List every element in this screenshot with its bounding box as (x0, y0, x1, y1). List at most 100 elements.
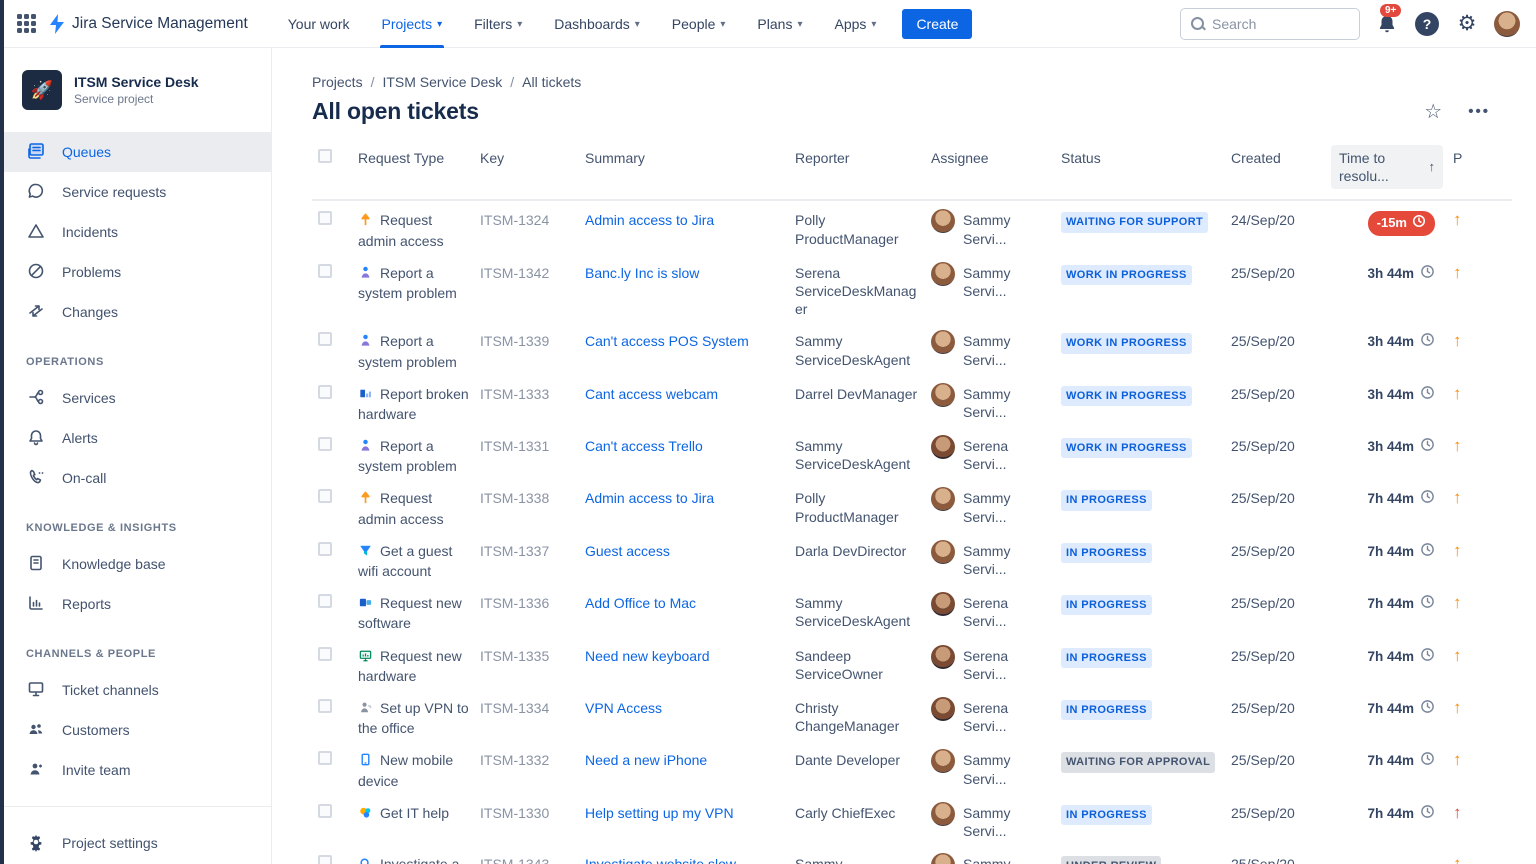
nav-item-dashboards[interactable]: Dashboards ▾ (542, 0, 652, 48)
ticket-summary-link[interactable]: Can't access Trello (585, 438, 703, 454)
sidebar-item-ticket-channels[interactable]: Ticket channels (4, 670, 271, 710)
sidebar-item-service-requests[interactable]: Service requests (4, 172, 271, 212)
ticket-summary-link[interactable]: Guest access (585, 543, 670, 559)
ticket-summary-link[interactable]: Admin access to Jira (585, 490, 714, 506)
table-row[interactable]: Set up VPN to the office ITSM-1334 VPN A… (312, 689, 1512, 741)
nav-item-filters[interactable]: Filters ▾ (462, 0, 534, 48)
clock-icon (1420, 647, 1435, 667)
status-badge[interactable]: IN PROGRESS (1061, 804, 1152, 825)
status-badge[interactable]: UNDER REVIEW (1061, 855, 1162, 864)
row-checkbox[interactable] (318, 263, 332, 278)
create-button[interactable]: Create (902, 8, 973, 39)
nav-item-people[interactable]: People ▾ (660, 0, 738, 48)
sidebar-item-project-settings[interactable]: Project settings (4, 823, 271, 863)
status-badge[interactable]: IN PROGRESS (1061, 699, 1152, 721)
ticket-summary-link[interactable]: Cant access webcam (585, 386, 718, 402)
select-all-checkbox[interactable] (318, 149, 332, 163)
ticket-summary-link[interactable]: Need new keyboard (585, 648, 710, 664)
sidebar-item-problems[interactable]: Problems (4, 252, 271, 292)
table-row[interactable]: Request new software ITSM-1336 Add Offic… (312, 584, 1512, 636)
status-badge[interactable]: IN PROGRESS (1061, 595, 1152, 616)
row-checkbox[interactable] (318, 541, 332, 556)
star-icon[interactable]: ☆ (1424, 99, 1442, 124)
sidebar-item-changes[interactable]: Changes (4, 292, 271, 332)
app-switcher-icon[interactable] (14, 12, 38, 36)
row-checkbox[interactable] (318, 384, 332, 399)
column-header-summary[interactable]: Summary (585, 149, 795, 167)
row-checkbox[interactable] (318, 854, 332, 864)
ticket-summary-link[interactable]: Admin access to Jira (585, 212, 714, 228)
sidebar-item-on-call[interactable]: On-call (4, 458, 271, 498)
table-row[interactable]: New mobile device ITSM-1332 Need a new i… (312, 741, 1512, 793)
row-checkbox[interactable] (318, 803, 332, 818)
sidebar-item-reports[interactable]: Reports (4, 584, 271, 624)
ticket-summary-link[interactable]: VPN Access (585, 700, 662, 716)
app-logo[interactable]: Jira Service Management (48, 13, 248, 34)
table-row[interactable]: Request new hardware ITSM-1335 Need new … (312, 637, 1512, 689)
row-checkbox[interactable] (318, 646, 332, 661)
column-header-request-type[interactable]: Request Type (358, 149, 480, 167)
request-type-label: Request new software (358, 595, 462, 632)
table-row[interactable]: Report a system problem ITSM-1331 Can't … (312, 427, 1512, 479)
row-checkbox[interactable] (318, 211, 332, 226)
nav-item-your-work[interactable]: Your work (276, 0, 362, 48)
sidebar-item-customers[interactable]: Customers (4, 710, 271, 750)
status-badge[interactable]: WAITING FOR SUPPORT (1061, 212, 1209, 233)
table-row[interactable]: Investigate a problem ITSM-1343 Investig… (312, 845, 1512, 864)
breadcrumb-link[interactable]: ITSM Service Desk (382, 74, 502, 90)
table-row[interactable]: Report a system problem ITSM-1339 Can't … (312, 322, 1512, 374)
status-badge[interactable]: WORK IN PROGRESS (1061, 264, 1192, 286)
nav-item-projects[interactable]: Projects ▾ (370, 0, 455, 48)
status-badge[interactable]: WORK IN PROGRESS (1061, 438, 1192, 459)
sidebar-item-alerts[interactable]: Alerts (4, 418, 271, 458)
table-row[interactable]: Report broken hardware ITSM-1333 Cant ac… (312, 375, 1512, 427)
column-header-status[interactable]: Status (1061, 149, 1231, 167)
status-badge[interactable]: IN PROGRESS (1061, 647, 1152, 668)
table-row[interactable]: Get a guest wifi account ITSM-1337 Guest… (312, 532, 1512, 584)
ticket-summary-link[interactable]: Add Office to Mac (585, 595, 696, 611)
notifications-button[interactable]: 9+ (1374, 3, 1402, 37)
ticket-summary-link[interactable]: Investigate website slow response (585, 856, 736, 864)
row-checkbox[interactable] (318, 489, 332, 504)
status-badge[interactable]: IN PROGRESS (1061, 490, 1152, 511)
row-checkbox[interactable] (318, 332, 332, 347)
row-checkbox[interactable] (318, 698, 332, 713)
column-header-reporter[interactable]: Reporter (795, 149, 931, 167)
ticket-summary-link[interactable]: Banc.ly Inc is slow (585, 265, 699, 281)
column-header-key[interactable]: Key (480, 149, 585, 167)
status-badge[interactable]: WAITING FOR APPROVAL (1061, 752, 1216, 773)
help-button[interactable]: ? (1414, 11, 1440, 37)
row-checkbox[interactable] (318, 594, 332, 609)
table-row[interactable]: Get IT help ITSM-1330 Help setting up my… (312, 794, 1512, 845)
table-row[interactable]: Request admin access ITSM-1324 Admin acc… (312, 201, 1512, 253)
user-avatar[interactable] (1494, 10, 1520, 37)
sidebar-item-knowledge-base[interactable]: Knowledge base (4, 544, 271, 584)
row-checkbox[interactable] (318, 751, 332, 766)
ticket-summary-link[interactable]: Help setting up my VPN (585, 805, 734, 821)
ticket-summary-link[interactable]: Need a new iPhone (585, 752, 707, 768)
table-row[interactable]: Report a system problem ITSM-1342 Banc.l… (312, 254, 1512, 323)
breadcrumb-link[interactable]: Projects (312, 74, 363, 90)
column-header-assignee[interactable]: Assignee (931, 149, 1061, 167)
status-badge[interactable]: IN PROGRESS (1061, 542, 1152, 564)
search-box[interactable] (1180, 7, 1360, 40)
sidebar-item-queues[interactable]: Queues (4, 132, 271, 172)
sidebar-item-incidents[interactable]: Incidents (4, 212, 271, 252)
column-header-created[interactable]: Created (1231, 149, 1331, 167)
column-header-p[interactable]: P (1453, 149, 1487, 167)
row-checkbox[interactable] (318, 437, 332, 452)
column-header-time-to-resolu-[interactable]: Time to resolu... ↑ (1331, 145, 1453, 190)
ticket-summary-link[interactable]: Can't access POS System (585, 333, 749, 349)
status-badge[interactable]: WORK IN PROGRESS (1061, 385, 1192, 406)
breadcrumb-link[interactable]: All tickets (522, 74, 581, 90)
nav-item-plans[interactable]: Plans ▾ (745, 0, 814, 48)
sidebar-item-services[interactable]: Services (4, 378, 271, 418)
table-row[interactable]: Request admin access ITSM-1338 Admin acc… (312, 479, 1512, 531)
more-options-icon[interactable]: ••• (1468, 103, 1490, 120)
status-badge[interactable]: WORK IN PROGRESS (1061, 333, 1192, 354)
project-header[interactable]: 🚀 ITSM Service Desk Service project (4, 70, 271, 110)
search-input[interactable] (1212, 15, 1349, 32)
nav-item-apps[interactable]: Apps ▾ (822, 0, 888, 48)
sidebar-item-invite-team[interactable]: Invite team (4, 750, 271, 790)
settings-button[interactable]: ⚙ (1454, 11, 1480, 37)
